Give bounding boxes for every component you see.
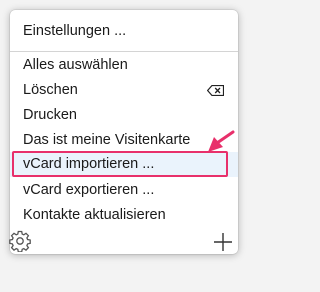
plus-icon[interactable] — [213, 232, 233, 252]
menu-item-label: Löschen — [23, 82, 78, 98]
menu-item-meine-visitenkarte[interactable]: Das ist meine Visitenkarte — [10, 128, 238, 153]
menu-item-label: Das ist meine Visitenkarte — [23, 132, 191, 148]
menu-item-label: Drucken — [23, 107, 77, 123]
menu-item-label: Alles auswählen — [23, 57, 128, 73]
menu-item-einstellungen[interactable]: Einstellungen ... — [10, 19, 238, 44]
context-menu: Einstellungen ... Alles auswählen Lösche… — [10, 10, 238, 254]
menu-separator — [10, 51, 238, 52]
menu-item-alles-auswaehlen[interactable]: Alles auswählen — [10, 53, 238, 78]
gear-icon[interactable] — [9, 230, 31, 252]
menu-item-vcard-exportieren[interactable]: vCard exportieren ... — [10, 178, 238, 203]
menu-item-drucken[interactable]: Drucken — [10, 103, 238, 128]
menu-item-label: Einstellungen ... — [23, 23, 127, 39]
menu-item-loeschen[interactable]: Löschen — [10, 78, 238, 103]
menu-item-label: Kontakte aktualisieren — [23, 207, 166, 223]
annotation-highlight-box — [12, 151, 228, 177]
menu-item-label: vCard exportieren ... — [23, 182, 155, 198]
menu-item-kontakte-aktualisieren[interactable]: Kontakte aktualisieren — [10, 203, 238, 228]
backspace-icon — [207, 85, 224, 96]
